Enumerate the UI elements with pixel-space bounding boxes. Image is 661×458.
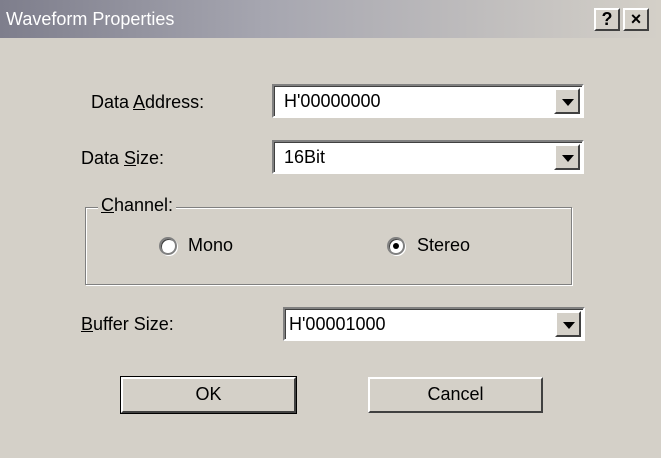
close-icon: × bbox=[630, 9, 642, 29]
data-address-label: Data Address: bbox=[91, 92, 205, 112]
data-address-value: H'00000000 bbox=[284, 91, 381, 111]
radio-stereo-button[interactable] bbox=[387, 237, 405, 255]
radio-selected-dot bbox=[393, 243, 399, 249]
data-size-combo[interactable]: 16Bit bbox=[272, 140, 584, 174]
data-address-combo[interactable]: H'00000000 bbox=[272, 84, 584, 118]
help-icon: ? bbox=[601, 9, 613, 29]
buffer-size-label: Buffer Size: bbox=[81, 314, 174, 334]
buffer-size-combo[interactable]: H'00001000 bbox=[283, 307, 585, 341]
close-button[interactable]: × bbox=[623, 8, 649, 31]
radio-mono-button[interactable] bbox=[159, 237, 177, 255]
data-size-label: Data Size: bbox=[81, 148, 165, 168]
title-bar[interactable]: Waveform Properties ? × bbox=[0, 0, 661, 38]
chevron-down-icon bbox=[562, 99, 574, 106]
chevron-down-icon bbox=[563, 322, 575, 329]
radio-stereo-label[interactable]: Stereo bbox=[417, 235, 470, 256]
cancel-button[interactable]: Cancel bbox=[368, 377, 543, 413]
data-address-dropdown-button[interactable] bbox=[554, 88, 580, 114]
radio-mono-label[interactable]: Mono bbox=[188, 235, 233, 256]
buffer-size-value: H'00001000 bbox=[289, 314, 386, 334]
buffer-size-dropdown-button[interactable] bbox=[555, 311, 581, 337]
data-size-dropdown-button[interactable] bbox=[554, 144, 580, 170]
window-title: Waveform Properties bbox=[6, 9, 175, 29]
waveform-properties-dialog: Waveform Properties ? × Data Address: H'… bbox=[0, 0, 661, 458]
help-button[interactable]: ? bbox=[594, 8, 620, 31]
data-size-value: 16Bit bbox=[284, 147, 326, 167]
channel-group-label: Channel: bbox=[98, 195, 177, 216]
chevron-down-icon bbox=[562, 155, 574, 162]
ok-button[interactable]: OK bbox=[120, 376, 297, 414]
